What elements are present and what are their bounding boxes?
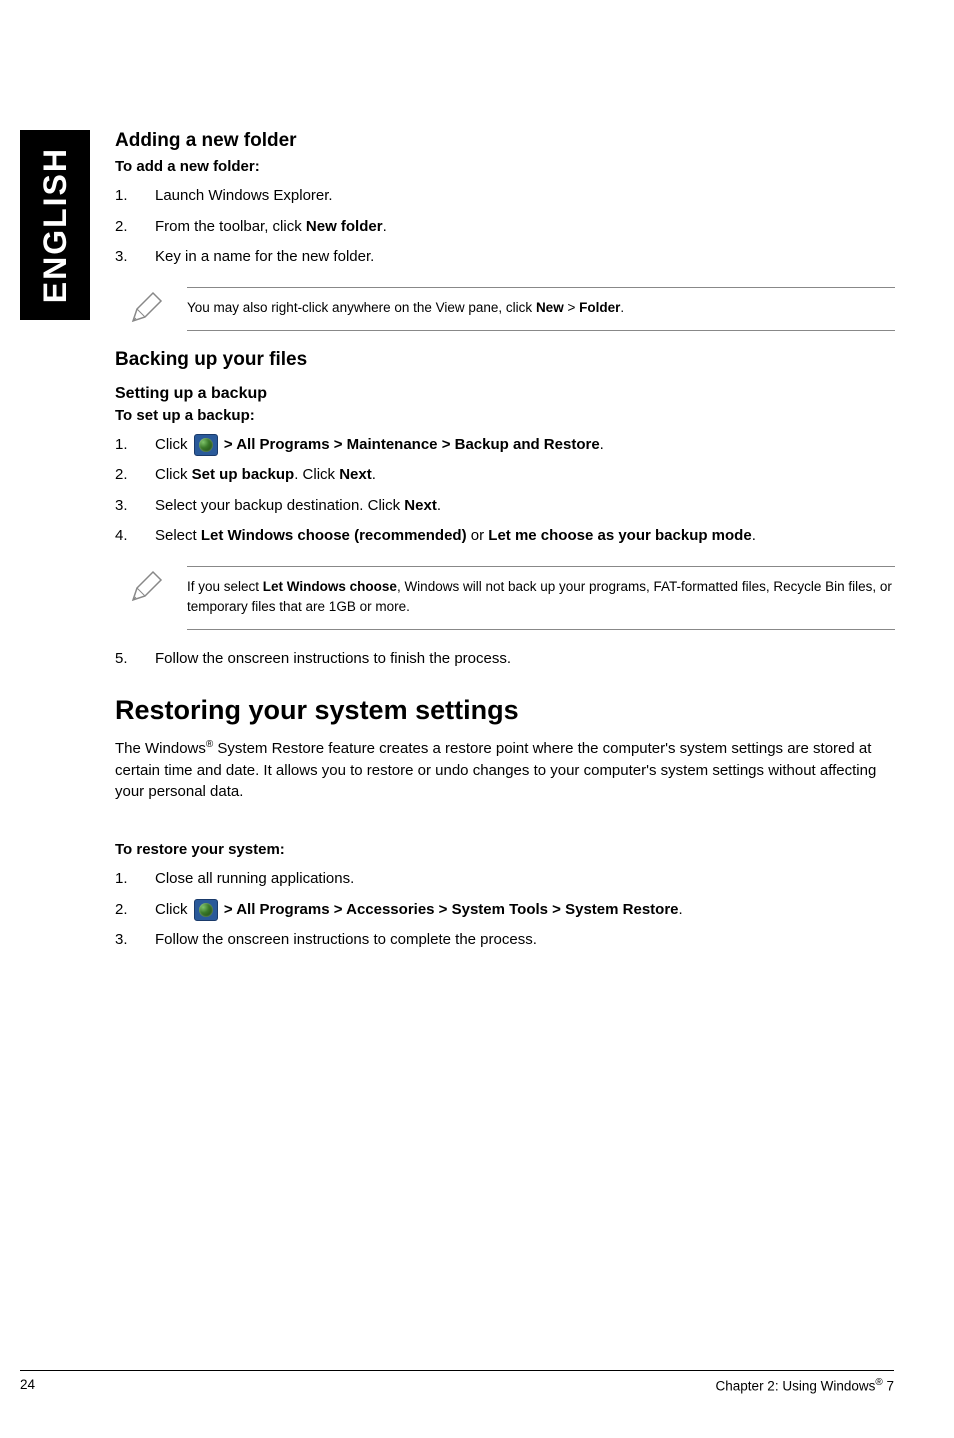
list-item: 3. Follow the onscreen instructions to c… [115,929,895,952]
step-text: Click > All Programs > Accessories > Sys… [155,899,895,922]
list-item: 1. Close all running applications. [115,868,895,891]
pencil-icon [125,566,165,610]
subtitle-restore: To restore your system: [115,841,895,858]
step-text: Follow the onscreen instructions to fini… [155,648,895,671]
list-item: 4. Select Let Windows choose (recommende… [115,525,895,548]
step-text: Click Set up backup. Click Next. [155,464,895,487]
list-item: 3. Key in a name for the new folder. [115,246,895,269]
step-number: 1. [115,434,155,457]
list-item: 2. From the toolbar, click New folder. [115,216,895,239]
page-footer: 24 Chapter 2: Using Windows® 7 [20,1370,894,1394]
step-number: 1. [115,868,155,891]
list-item: 5. Follow the onscreen instructions to f… [115,648,895,671]
chapter-label: Chapter 2: Using Windows® 7 [716,1377,894,1394]
pencil-icon [125,287,165,331]
step-number: 4. [115,525,155,548]
step-number: 1. [115,185,155,208]
steps-backup: 1. Click > All Programs > Maintenance > … [115,434,895,548]
step-number: 2. [115,216,155,239]
list-item: 3. Select your backup destination. Click… [115,495,895,518]
note-text: You may also right-click anywhere on the… [187,287,895,331]
step-text: Click > All Programs > Maintenance > Bac… [155,434,895,457]
step-text: Select your backup destination. Click Ne… [155,495,895,518]
language-tab: ENGLISH [20,130,90,320]
step-number: 2. [115,899,155,922]
start-icon [194,434,218,456]
steps-restore: 1. Close all running applications. 2. Cl… [115,868,895,952]
note-block: If you select Let Windows choose, Window… [115,566,895,631]
start-icon [194,899,218,921]
subtitle-backup: To set up a backup: [115,407,895,424]
note-text: If you select Let Windows choose, Window… [187,566,895,631]
step-number: 2. [115,464,155,487]
intro-restore: The Windows® System Restore feature crea… [115,738,895,803]
list-item: 1. Click > All Programs > Maintenance > … [115,434,895,457]
step-text: Key in a name for the new folder. [155,246,895,269]
heading-backup: Backing up your files [115,349,895,371]
note-block: You may also right-click anywhere on the… [115,287,895,331]
step-text: Follow the onscreen instructions to comp… [155,929,895,952]
list-item: 2. Click > All Programs > Accessories > … [115,899,895,922]
list-item: 1. Launch Windows Explorer. [115,185,895,208]
step-text: Select Let Windows choose (recommended) … [155,525,895,548]
subtitle-add-folder: To add a new folder: [115,158,895,175]
heading-add-folder: Adding a new folder [115,130,895,152]
list-item: 2. Click Set up backup. Click Next. [115,464,895,487]
step-number: 3. [115,929,155,952]
main-content: Adding a new folder To add a new folder:… [115,130,895,968]
heading-restore: Restoring your system settings [115,695,895,726]
step-number: 5. [115,648,155,671]
step-text: From the toolbar, click New folder. [155,216,895,239]
step-number: 3. [115,495,155,518]
steps-backup-cont: 5. Follow the onscreen instructions to f… [115,648,895,671]
subheading-backup: Setting up a backup [115,385,895,403]
language-label: ENGLISH [37,147,74,303]
page-number: 24 [20,1377,35,1394]
step-text: Launch Windows Explorer. [155,185,895,208]
steps-add-folder: 1. Launch Windows Explorer. 2. From the … [115,185,895,269]
step-number: 3. [115,246,155,269]
step-text: Close all running applications. [155,868,895,891]
